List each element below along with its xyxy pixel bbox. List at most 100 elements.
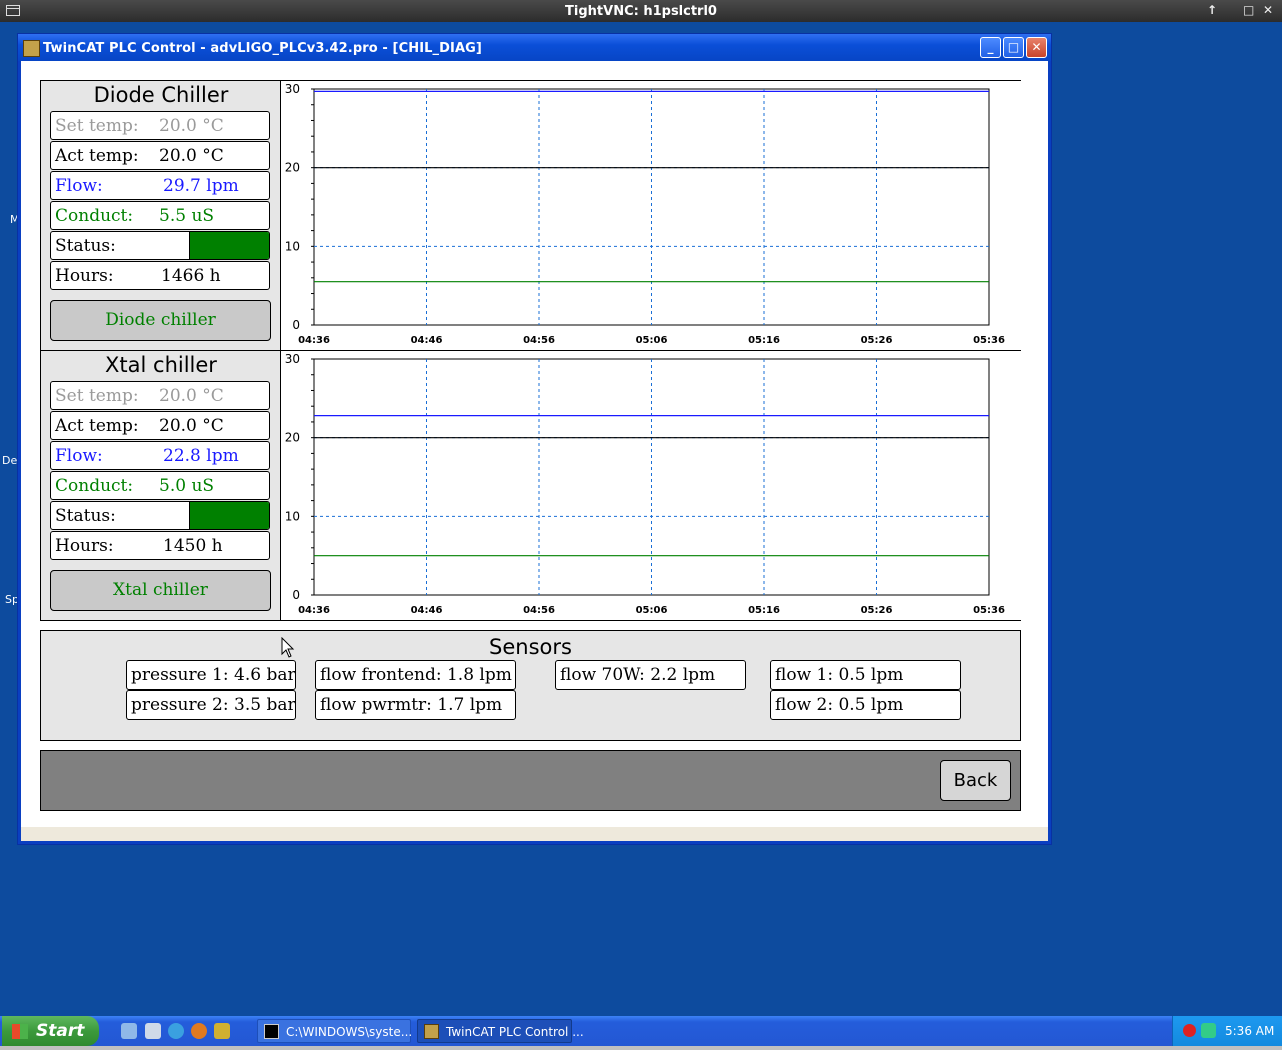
sensors-title: Sensors <box>489 635 572 659</box>
field-label: Flow: <box>55 446 103 466</box>
flow-1-field: flow 1: 0.5 lpm <box>770 660 961 690</box>
set-temp-field: Set temp: 20.0 °C <box>50 381 270 410</box>
diode-chiller-button[interactable]: Diode chiller <box>50 300 271 341</box>
flow-pwrmtr-field: flow pwrmtr: 1.7 lpm <box>315 690 516 720</box>
field-label: Conduct: <box>55 206 134 226</box>
x-tick-label: 05:36 <box>973 605 1005 616</box>
field-label: Act temp: <box>55 416 139 436</box>
y-tick-label: 30 <box>285 82 300 96</box>
windows-flag-icon <box>12 1024 28 1039</box>
x-tick-label: 05:16 <box>748 605 780 616</box>
conduct-field: Conduct: 5.5 uS <box>50 201 270 230</box>
field-label: Act temp: <box>55 146 139 166</box>
sensor-text: flow 70W: 2.2 lpm <box>560 665 716 685</box>
quick-launch-app-icon[interactable] <box>214 1023 230 1039</box>
close-button[interactable]: ✕ <box>1026 37 1047 58</box>
field-label: Hours: <box>55 266 114 286</box>
task-cmd[interactable]: C:\WINDOWS\syste... <box>257 1019 413 1043</box>
x-tick-label: 05:16 <box>748 335 780 346</box>
show-desktop-icon[interactable] <box>121 1023 137 1039</box>
clock: 5:36 AM <box>1225 1024 1275 1038</box>
x-tick-label: 05:26 <box>861 605 893 616</box>
vnc-up-icon[interactable]: ↑ <box>1207 3 1217 17</box>
y-tick-label: 30 <box>285 352 300 366</box>
window-title-bar[interactable]: TwinCAT PLC Control - advLIGO_PLCv3.42.p… <box>18 34 1051 61</box>
window-title: TwinCAT PLC Control - advLIGO_PLCv3.42.p… <box>43 41 482 56</box>
screen-bottom-edge <box>0 1046 1282 1050</box>
sensor-text: flow pwrmtr: 1.7 lpm <box>320 695 503 715</box>
y-tick-label: 0 <box>292 588 300 602</box>
field-value: 20.0 °C <box>159 416 224 436</box>
status-field: Status: <box>50 501 270 530</box>
vnc-title-bar: TightVNC: h1pslctrl0 ↑ □ ✕ <box>0 0 1282 22</box>
x-tick-label: 04:46 <box>411 335 443 346</box>
field-value: 1466 h <box>161 266 221 286</box>
sensor-text: flow frontend: 1.8 lpm <box>320 665 512 685</box>
xtal-chiller-button[interactable]: Xtal chiller <box>50 570 271 611</box>
field-label: Set temp: <box>55 386 139 406</box>
start-label: Start <box>36 1021 85 1041</box>
panel-title: Diode Chiller <box>93 83 229 107</box>
mouse-cursor-icon <box>281 637 295 658</box>
back-button[interactable]: Back <box>940 760 1011 801</box>
maximize-button[interactable]: □ <box>1003 37 1024 58</box>
diode-chart-svg: 0 10 20 30 04:36 04:46 04:56 05:06 05:16 05:26 05:… <box>285 82 1005 346</box>
x-tick-label: 05:36 <box>973 335 1005 346</box>
firefox-icon[interactable] <box>191 1023 207 1039</box>
field-value: 29.7 lpm <box>163 176 239 196</box>
start-button[interactable]: Start <box>2 1016 99 1046</box>
taskbar: Start C:\WINDOWS\syste... TwinCAT PLC Co… <box>0 1016 1282 1046</box>
ie-icon[interactable] <box>168 1023 184 1039</box>
field-value: 22.8 lpm <box>163 446 239 466</box>
vnc-title: TightVNC: h1pslctrl0 <box>565 4 717 19</box>
vnc-close-icon[interactable]: ✕ <box>1263 3 1273 17</box>
field-value: 20.0 °C <box>159 116 224 136</box>
field-label: Conduct: <box>55 476 134 496</box>
sensor-text: flow 1: 0.5 lpm <box>775 665 904 685</box>
vnc-maximize-icon[interactable]: □ <box>1243 3 1254 17</box>
task-label: C:\WINDOWS\syste... <box>286 1025 413 1039</box>
x-tick-label: 04:56 <box>523 605 555 616</box>
field-value: 5.0 uS <box>159 476 215 496</box>
task-twincat[interactable]: TwinCAT PLC Control ... <box>417 1019 584 1043</box>
field-label: Status: <box>55 236 116 256</box>
conduct-field: Conduct: 5.0 uS <box>50 471 270 500</box>
client-bottom-strip <box>21 827 1048 841</box>
xtal-chiller-panel: Xtal chiller Set temp: 20.0 °C Act temp:… <box>40 350 1021 621</box>
minimize-button[interactable]: _ <box>980 37 1001 58</box>
desktop-label-fragment: De <box>2 454 18 467</box>
sensor-text: flow 2: 0.5 lpm <box>775 695 904 715</box>
field-label: Set temp: <box>55 116 139 136</box>
recycle-icon[interactable] <box>145 1023 161 1039</box>
sensor-text: pressure 2: 3.5 bar <box>131 695 296 715</box>
act-temp-field: Act temp: 20.0 °C <box>50 411 270 440</box>
task-label: TwinCAT PLC Control ... <box>446 1025 584 1039</box>
xtal-chart-svg: 0 10 20 30 04:36 04:46 04:56 05:06 05:16 05:26 05:… <box>285 352 1005 616</box>
pressure-2-field: pressure 2: 3.5 bar <box>126 690 296 720</box>
twincat-icon <box>424 1024 439 1039</box>
field-value: 1450 h <box>163 536 223 556</box>
sensors-panel: Sensors pressure 1: 4.6 bar pressure 2: … <box>40 630 1021 741</box>
hours-field: Hours: 1450 h <box>50 531 270 560</box>
network-icon[interactable] <box>1201 1023 1216 1038</box>
field-label: Status: <box>55 506 116 526</box>
flow-field: Flow: 29.7 lpm <box>50 171 270 200</box>
y-tick-label: 20 <box>285 431 300 445</box>
x-tick-label: 05:06 <box>636 605 668 616</box>
security-alert-icon[interactable] <box>1183 1024 1196 1037</box>
pressure-1-field: pressure 1: 4.6 bar <box>126 660 296 690</box>
y-tick-label: 10 <box>285 509 300 523</box>
sensor-text: pressure 1: 4.6 bar <box>131 665 296 685</box>
diode-chart: 0 10 20 30 04:36 04:46 04:56 05:06 05:16 05:26 05:… <box>280 81 1021 350</box>
status-indicator <box>189 502 269 529</box>
footer-bar: Back <box>40 750 1021 811</box>
x-tick-label: 04:36 <box>298 335 330 346</box>
x-tick-label: 04:56 <box>523 335 555 346</box>
flow-frontend-field: flow frontend: 1.8 lpm <box>315 660 516 690</box>
field-label: Flow: <box>55 176 103 196</box>
status-indicator <box>189 232 269 259</box>
xtal-chart: 0 10 20 30 04:36 04:46 04:56 05:06 05:16 05:26 05:… <box>280 351 1021 620</box>
hours-field: Hours: 1466 h <box>50 261 270 290</box>
panel-title: Xtal chiller <box>105 353 217 377</box>
x-tick-label: 05:06 <box>636 335 668 346</box>
